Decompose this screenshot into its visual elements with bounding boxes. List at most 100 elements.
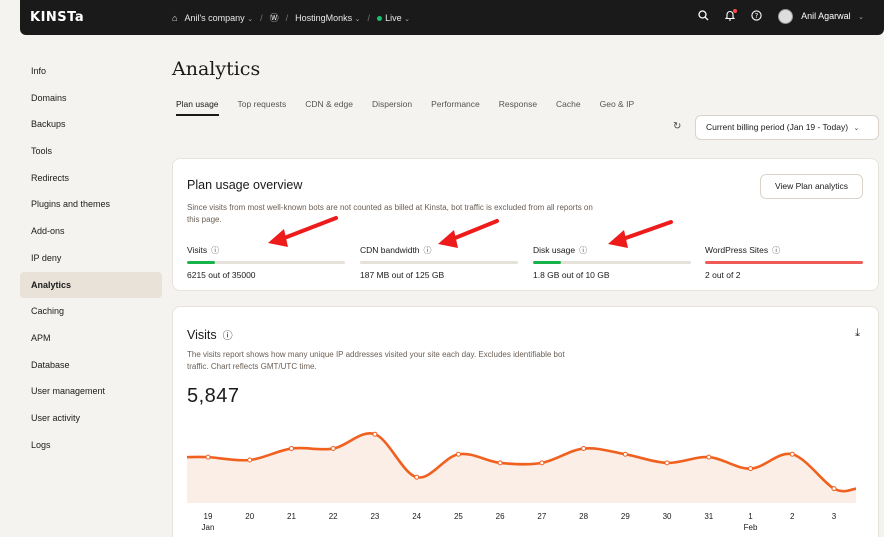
metric-label: Visits [187,245,208,255]
plan-usage-title: Plan usage overview [187,178,303,192]
usage-bar [533,261,691,264]
chevron-down-icon: ⌄ [404,15,410,23]
tab-cache[interactable]: Cache [556,99,581,116]
sidebar-item-logs[interactable]: Logs [20,432,162,459]
x-tick-label: 24 [412,512,421,521]
chart-point[interactable] [414,474,420,480]
help-icon[interactable]: ⓘ [424,246,432,255]
help-icon[interactable]: ⓘ [211,246,219,255]
chart-point[interactable] [664,460,670,466]
x-tick-label: 19 [204,512,213,521]
home-icon[interactable]: ⌂ [172,13,177,23]
metric-value: 2 out of 2 [705,270,741,280]
chart-point[interactable] [539,460,545,466]
x-tick-label: 31 [704,512,713,521]
x-tick-label: 30 [663,512,672,521]
visits-chart: 19Jan20 21 22 23 24 25 26 27 28 29 30 31 1Feb2 3 [186,431,857,532]
x-tick-label: 20 [245,512,254,521]
metric-label: CDN bandwidth [360,245,420,255]
tab-performance[interactable]: Performance [431,99,480,116]
top-bar: KINSTa ⌂ Anil's company ⌄ / Ⓦ / HostingM… [20,0,884,35]
chevron-down-icon: ⌄ [247,15,254,23]
chart-point[interactable] [581,446,587,452]
sidebar-item-domains[interactable]: Domains [20,85,162,112]
analytics-tabs: Plan usage Top requests CDN & edge Dispersi… [176,99,634,116]
sidebar-item-caching[interactable]: Caching [20,298,162,325]
x-tick-label: 2 [790,512,795,521]
chart-point[interactable] [706,454,712,460]
tab-cdn-edge[interactable]: CDN & edge [305,99,353,116]
sidebar-item-add-ons[interactable]: Add-ons [20,218,162,245]
breadcrumb: ⌂ Anil's company ⌄ / Ⓦ / HostingMonks ⌄ … [172,11,410,24]
company-selector[interactable]: Anil's company ⌄ [184,13,253,23]
chart-point[interactable] [372,431,378,437]
chart-point[interactable] [622,451,628,457]
environment-selector[interactable]: Live ⌄ [377,13,410,23]
x-tick-label: 21 [287,512,296,521]
site-selector[interactable]: HostingMonks ⌄ [295,13,360,23]
help-icon[interactable]: ? [751,9,762,24]
live-status-dot [377,15,383,21]
sidebar-item-database[interactable]: Database [20,352,162,379]
chart-point[interactable] [247,457,253,463]
metric-label: WordPress Sites [705,245,769,255]
breadcrumb-separator: / [285,12,289,23]
wordpress-icon[interactable]: Ⓦ [270,11,279,24]
usage-bar-fill [187,261,216,264]
plan-usage-card: Plan usage overview Since visits from mo… [172,158,879,291]
sidebar-item-info[interactable]: Info [20,58,162,85]
tab-response[interactable]: Response [499,99,537,116]
sidebar-item-tools[interactable]: Tools [20,138,162,165]
chevron-down-icon: ⌄ [858,13,864,21]
chart-point[interactable] [205,454,211,460]
chart-point[interactable] [748,466,754,472]
sidebar-item-analytics[interactable]: Analytics [20,271,162,299]
bell-icon[interactable] [724,8,738,24]
search-icon[interactable] [698,9,709,24]
sidebar-item-backups[interactable]: Backups [20,111,162,138]
x-tick-label: 25 [454,512,463,521]
sidebar-item-user-management[interactable]: User management [20,378,162,405]
plan-usage-description: Since visits from most well-known bots a… [187,203,593,224]
tab-dispersion[interactable]: Dispersion [372,99,412,116]
usage-bar [705,261,863,264]
usage-metric: Visits ⓘ 6215 out of 35000 [187,245,345,280]
x-tick-label: 26 [496,512,505,521]
chart-point[interactable] [497,460,503,466]
chart-point[interactable] [831,486,837,492]
view-plan-analytics-button[interactable]: View Plan analytics [760,174,863,199]
chart-point[interactable] [789,451,795,457]
chart-point[interactable] [288,446,294,452]
x-tick-label: 23 [370,512,379,521]
breadcrumb-separator: / [260,12,263,23]
metric-value: 1.8 GB out of 10 GB [533,270,610,280]
chevron-down-icon: ⌄ [354,15,361,23]
x-month-label: Jan [202,523,215,532]
sidebar-item-plugins-and-themes[interactable]: Plugins and themes [20,191,162,218]
avatar [778,9,794,24]
sidebar-item-apm[interactable]: APM [20,325,162,352]
kinsta-logo[interactable]: KINSTa [30,10,84,25]
period-selector[interactable]: Current billing period (Jan 19 - Today) … [695,115,879,140]
x-tick-label: 1 [748,512,753,521]
tab-plan-usage[interactable]: Plan usage [176,99,219,116]
sidebar-item-redirects[interactable]: Redirects [20,165,162,192]
sidebar: Info Domains Backups Tools Redirects Plugins … [20,58,162,458]
sidebar-item-user-activity[interactable]: User activity [20,405,162,432]
x-tick-label: 28 [579,512,588,521]
help-icon[interactable]: ⓘ [579,246,587,255]
user-menu[interactable]: Anil Agarwal ⌄ [778,9,864,24]
chart-point[interactable] [330,446,336,452]
metric-value: 187 MB out of 125 GB [360,270,445,280]
breadcrumb-separator: / [367,12,371,23]
refresh-icon[interactable]: ↻ [673,121,681,132]
tab-geo-ip[interactable]: Geo & IP [600,99,635,116]
sidebar-item-ip-deny[interactable]: IP deny [20,245,162,272]
usage-bar [360,261,518,264]
chart-point[interactable] [455,451,461,457]
usage-bar [187,261,345,264]
svg-text:?: ? [755,12,759,20]
help-icon[interactable]: ⓘ [772,246,780,255]
tab-top-requests[interactable]: Top requests [238,99,287,116]
page-title: Analytics [172,58,261,80]
